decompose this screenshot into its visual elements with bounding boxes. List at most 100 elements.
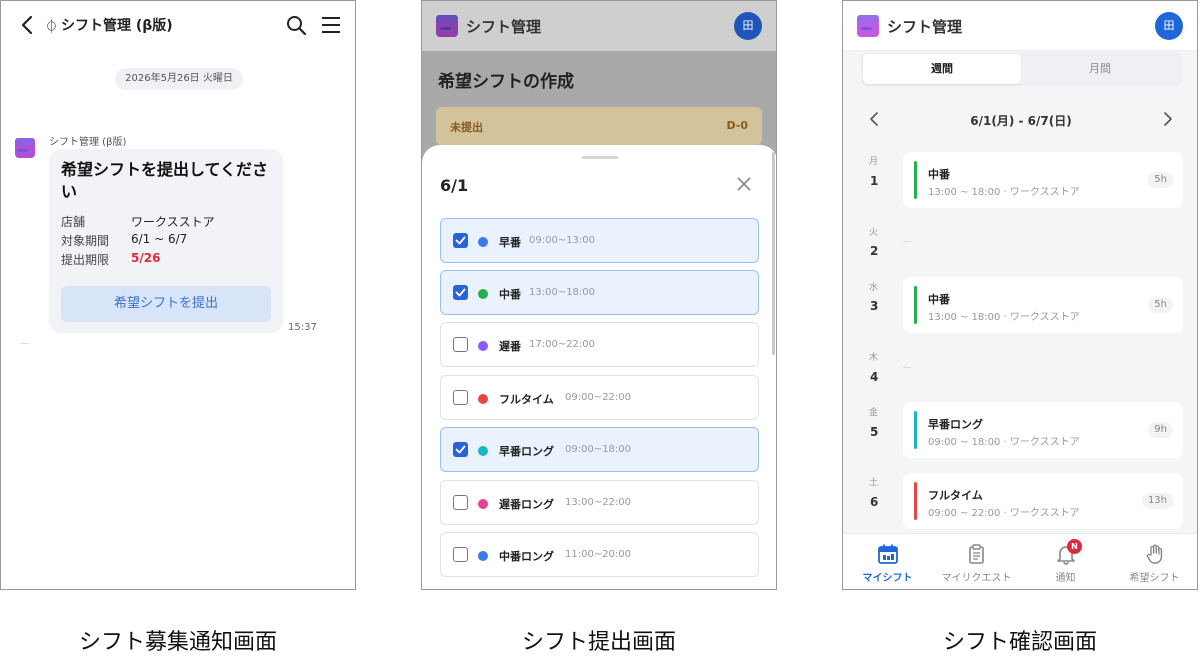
app-header-dimmed: シフト管理 田 [422, 1, 776, 51]
scrollbar[interactable] [772, 152, 775, 355]
page-title: 希望シフトの作成 [438, 72, 574, 92]
nav-preferred-shift[interactable]: 希望シフト [1110, 534, 1197, 589]
shift-option-name: 早番 [499, 236, 521, 249]
submission-screen: シフト管理 田 希望シフトの作成 未提出 D-0 6/1 早番 09:00~13… [421, 0, 777, 590]
shift-option-time: 09:00~22:00 [565, 392, 632, 403]
shift-card[interactable]: 中番 13:00 ~ 18:00 · ワークスストア 5h [903, 152, 1183, 208]
status-deadline: D-0 [726, 119, 748, 132]
shift-color-dot [478, 237, 488, 247]
user-avatar[interactable]: 田 [1155, 12, 1183, 40]
checkbox[interactable] [453, 233, 468, 248]
divider [21, 343, 29, 344]
submit-preference-button[interactable]: 希望シフトを提出 [61, 286, 271, 322]
day-of-week: 土 [869, 478, 879, 488]
shift-option[interactable]: 遅番ロング 13:00~22:00 [440, 480, 759, 525]
date-separator: 2026年5月26日 火曜日 [115, 68, 243, 90]
no-shift-marker [903, 241, 911, 242]
bot-avatar-icon [15, 138, 35, 158]
store-value: ワークスストア [131, 215, 215, 229]
shift-name: 中番 [928, 168, 950, 181]
shift-option[interactable]: 早番ロング 09:00~18:00 [440, 427, 759, 472]
shift-detail: 13:00 ~ 18:00 · ワークスストア [928, 312, 1080, 323]
period-value: 6/1 ~ 6/7 [131, 232, 188, 246]
shift-color-dot [478, 394, 488, 404]
day-number: 6 [870, 495, 879, 509]
shift-option[interactable]: 早番 09:00~13:00 [440, 218, 759, 263]
shift-option-name: 遅番ロング [499, 498, 554, 511]
shift-card[interactable]: 早番ロング 09:00 ~ 18:00 · ワークスストア 9h [903, 402, 1183, 458]
checkbox[interactable] [453, 337, 468, 352]
shift-color-dot [478, 551, 488, 561]
chat-title: シフト管理 (β版) [61, 18, 173, 34]
notification-badge: N [1067, 539, 1082, 554]
back-arrow-icon[interactable] [19, 13, 35, 37]
shift-name: 早番ロング [928, 418, 983, 431]
day-of-week: 水 [869, 283, 879, 293]
shift-hours: 9h [1148, 422, 1173, 438]
day-number: 4 [870, 370, 879, 384]
shift-option-time: 13:00~18:00 [529, 287, 596, 298]
checkbox[interactable] [453, 390, 468, 405]
sheet-handle[interactable] [582, 156, 618, 159]
tab-monthly[interactable]: 月間 [1021, 54, 1179, 84]
chevron-right-icon[interactable] [1163, 111, 1173, 127]
checkbox[interactable] [453, 285, 468, 300]
nav-my-shift[interactable]: マイシフト [843, 534, 932, 589]
shift-color-bar [914, 482, 917, 520]
message-title: 希望シフトを提出してください [61, 160, 269, 201]
shift-color-dot [478, 341, 488, 351]
shift-option-time: 17:00~22:00 [529, 339, 596, 350]
nav-my-request[interactable]: マイリクエスト [932, 534, 1021, 589]
shift-hours: 5h [1148, 172, 1173, 188]
tab-weekly[interactable]: 週間 [863, 54, 1021, 84]
status-label: 未提出 [450, 121, 483, 134]
app-title: シフト管理 [887, 18, 963, 36]
shift-card[interactable]: フルタイム 09:00 ~ 22:00 · ワークスストア 13h [903, 473, 1183, 529]
sender-name: シフト管理 (β版) [49, 137, 127, 148]
week-range: 6/1(月) - 6/7(日) [970, 114, 1072, 128]
shift-option[interactable]: 遅番 17:00~22:00 [440, 322, 759, 367]
chat-header: ⏀ シフト管理 (β版) [1, 1, 355, 49]
search-icon[interactable] [285, 14, 307, 36]
period-label: 対象期間 [61, 234, 110, 248]
shift-color-dot [478, 289, 488, 299]
shift-option-name: 中番ロング [499, 550, 554, 563]
app-header: シフト管理 田 [843, 1, 1197, 51]
caption-submission: シフト提出画面 [521, 630, 676, 655]
hamburger-menu-icon[interactable] [321, 14, 341, 36]
shift-detail: 13:00 ~ 18:00 · ワークスストア [928, 187, 1080, 198]
day-number: 3 [870, 299, 879, 313]
store-label: 店舗 [61, 215, 86, 229]
shift-option-time: 09:00~13:00 [529, 235, 596, 246]
day-number: 5 [870, 425, 879, 439]
shift-color-bar [914, 286, 917, 324]
check-icon [455, 445, 466, 454]
shift-option[interactable]: 中番ロング 11:00~20:00 [440, 532, 759, 577]
user-avatar[interactable]: 田 [734, 12, 762, 40]
shift-option[interactable]: 中番 13:00~18:00 [440, 270, 759, 315]
checkbox[interactable] [453, 495, 468, 510]
checkbox[interactable] [453, 547, 468, 562]
nav-label: 希望シフト [1129, 573, 1180, 584]
day-number: 1 [870, 174, 879, 188]
nav-label: マイシフト [862, 573, 913, 584]
nav-label: マイリクエスト [941, 573, 1012, 584]
bottom-navigation: マイシフト マイリクエスト N 通知 希望シフト [843, 533, 1197, 589]
nav-label: 通知 [1055, 573, 1076, 584]
app-logo-icon [857, 15, 879, 37]
day-of-week: 火 [869, 228, 879, 238]
nav-notifications[interactable]: N 通知 [1021, 534, 1110, 589]
shift-option-time: 11:00~20:00 [565, 549, 632, 560]
no-shift-marker [903, 367, 911, 368]
close-icon[interactable] [736, 176, 752, 192]
shift-color-bar [914, 161, 917, 199]
check-icon [455, 236, 466, 245]
checkbox[interactable] [453, 442, 468, 457]
shift-option[interactable]: フルタイム 09:00~22:00 [440, 375, 759, 420]
shift-option-name: フルタイム [499, 393, 554, 406]
clipboard-icon [969, 544, 984, 564]
shift-option-time: 09:00~18:00 [565, 444, 632, 455]
shift-card[interactable]: 中番 13:00 ~ 18:00 · ワークスストア 5h [903, 277, 1183, 333]
shift-option-name: 遅番 [499, 340, 521, 353]
sheet-date: 6/1 [440, 176, 469, 195]
